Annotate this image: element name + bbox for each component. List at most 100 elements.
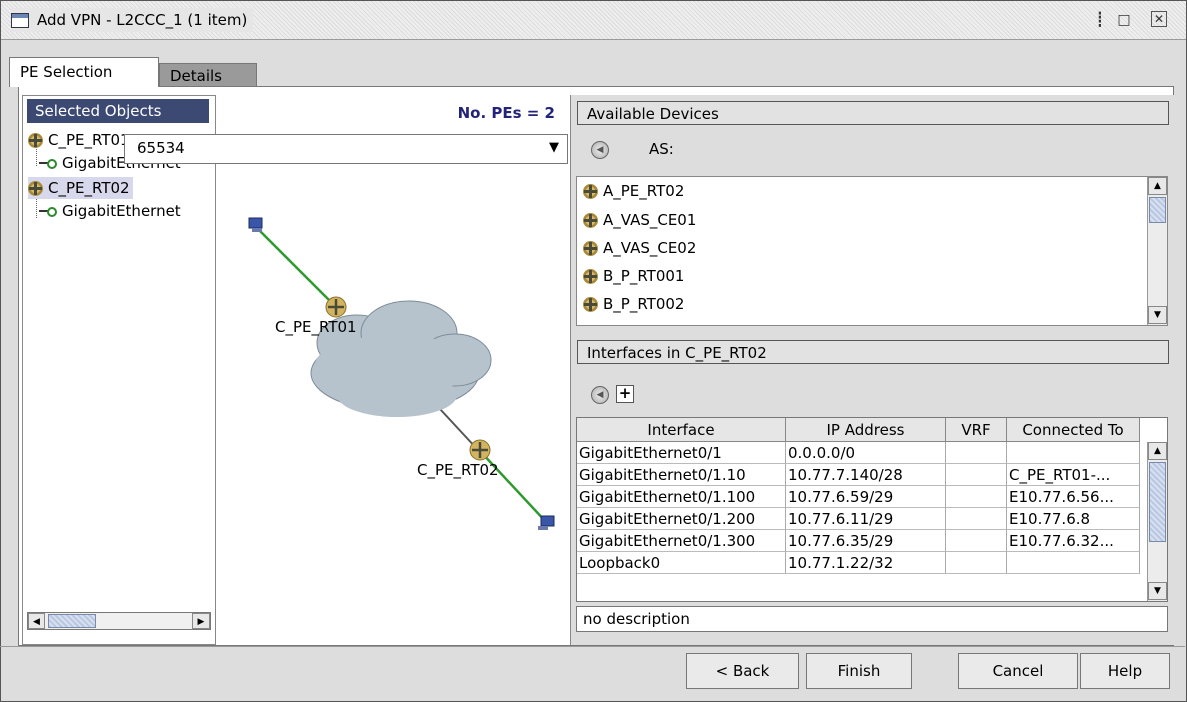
cell-interface: GigabitEthernet0/1 xyxy=(577,442,786,464)
cell-vrf xyxy=(946,442,1007,464)
scroll-thumb[interactable] xyxy=(1149,462,1166,542)
link-line xyxy=(256,227,336,307)
cell-interface: GigabitEthernet0/1.100 xyxy=(577,486,786,508)
back-nav-icon[interactable]: ◀ xyxy=(591,386,609,404)
cancel-button[interactable]: Cancel xyxy=(958,653,1078,689)
tree-leaf-label: GigabitEthernet xyxy=(62,202,181,220)
tree-horizontal-scrollbar[interactable]: ◀ ▶ xyxy=(27,612,211,630)
tab-pe-selection[interactable]: PE Selection xyxy=(9,57,159,87)
router-icon xyxy=(583,212,598,228)
tab-details-label: Details xyxy=(170,67,223,85)
scroll-thumb[interactable] xyxy=(1149,197,1166,223)
window-title: Add VPN - L2CCC_1 (1 item) xyxy=(37,11,248,29)
router-icon xyxy=(325,296,347,318)
scroll-up-icon[interactable]: ▲ xyxy=(1148,177,1167,195)
tree-node-c-pe-rt01[interactable]: C_PE_RT01 xyxy=(28,129,130,151)
scroll-thumb[interactable] xyxy=(48,614,96,628)
list-item[interactable]: B_P_RT002 xyxy=(583,293,684,315)
cell-interface: Loopback0 xyxy=(577,552,786,574)
column-header-ip-address[interactable]: IP Address xyxy=(786,418,946,442)
list-item[interactable]: B_P_RT001 xyxy=(583,265,684,287)
close-icon[interactable]: ✕ xyxy=(1151,11,1167,27)
interfaces-header: Interfaces in C_PE_RT02 xyxy=(577,340,1169,364)
selected-objects-panel: Selected Objects C_PE_RT01 GigabitEthern… xyxy=(22,95,216,645)
description-field: no description xyxy=(576,606,1168,632)
device-label: A_VAS_CE01 xyxy=(603,211,697,229)
window-icon xyxy=(11,12,29,28)
cell-connected: E10.77.6.8 xyxy=(1007,508,1140,530)
cell-ip: 0.0.0.0/0 xyxy=(786,442,946,464)
interface-icon xyxy=(39,158,57,169)
cell-connected: C_PE_RT01-... xyxy=(1007,464,1140,486)
router-icon xyxy=(583,268,598,284)
router-icon xyxy=(469,439,491,461)
router-icon xyxy=(583,183,598,199)
column-header-connected-to[interactable]: Connected To xyxy=(1007,418,1140,442)
scroll-down-icon[interactable]: ▼ xyxy=(1148,306,1167,324)
cell-vrf xyxy=(946,464,1007,486)
cell-connected xyxy=(1007,552,1140,574)
cell-vrf xyxy=(946,530,1007,552)
as-select[interactable]: 65534 ▼ xyxy=(124,134,568,164)
back-button[interactable]: < Back xyxy=(686,653,799,689)
scroll-down-icon[interactable]: ▼ xyxy=(1148,582,1167,600)
ce-device-icon xyxy=(538,515,555,530)
tree-node-label: C_PE_RT01 xyxy=(48,131,130,149)
node-label-c-pe-rt01[interactable]: C_PE_RT01 xyxy=(275,318,357,336)
available-devices-list: A_PE_RT02 A_VAS_CE01 A_VAS_CE02 B_P_RT00… xyxy=(576,176,1168,326)
cell-vrf xyxy=(946,508,1007,530)
tab-pe-selection-label: PE Selection xyxy=(20,63,113,81)
finish-button[interactable]: Finish xyxy=(806,653,912,689)
cell-interface: GigabitEthernet0/1.200 xyxy=(577,508,786,530)
column-header-interface[interactable]: Interface xyxy=(577,418,786,442)
add-icon[interactable]: + xyxy=(616,385,634,403)
available-devices-header: Available Devices xyxy=(577,101,1169,125)
device-label: A_VAS_CE02 xyxy=(603,239,697,257)
maximize-icon[interactable]: □ xyxy=(1115,11,1133,29)
cell-connected: E10.77.6.32... xyxy=(1007,530,1140,552)
device-label: B_P_RT002 xyxy=(603,295,685,313)
tab-details[interactable]: Details xyxy=(159,63,257,87)
scroll-left-icon[interactable]: ◀ xyxy=(28,613,45,629)
title-wrap: Add VPN - L2CCC_1 (1 item) xyxy=(11,8,254,32)
title-bar[interactable]: Add VPN - L2CCC_1 (1 item) ┋ □ ✕ xyxy=(1,1,1186,40)
divider xyxy=(0,646,1185,647)
scroll-right-icon[interactable]: ▶ xyxy=(192,613,210,629)
scroll-up-icon[interactable]: ▲ xyxy=(1148,442,1167,460)
interfaces-table: Interface IP Address VRF Connected To Gi… xyxy=(576,417,1168,602)
back-nav-icon[interactable]: ◀ xyxy=(591,141,609,159)
cell-ip: 10.77.6.11/29 xyxy=(786,508,946,530)
topology-diagram xyxy=(248,217,555,530)
restore-icon[interactable]: ┋ xyxy=(1091,11,1109,29)
router-icon xyxy=(583,296,598,312)
cell-vrf xyxy=(946,486,1007,508)
topology-canvas[interactable]: No. PEs = 2 C_PE_RT01 C_PE_RT02 xyxy=(219,95,567,645)
interface-icon xyxy=(39,206,57,217)
device-label: B_P_RT001 xyxy=(603,267,685,285)
tree-node-label: C_PE_RT02 xyxy=(48,179,130,197)
tree-node-c-pe-rt02[interactable]: C_PE_RT02 xyxy=(28,177,133,199)
help-button[interactable]: Help xyxy=(1080,653,1170,689)
node-label-c-pe-rt02[interactable]: C_PE_RT02 xyxy=(417,461,499,479)
list-item[interactable]: A_PE_RT02 xyxy=(583,180,684,202)
cell-ip: 10.77.1.22/32 xyxy=(786,552,946,574)
router-icon xyxy=(583,240,598,256)
device-label: A_PE_RT02 xyxy=(603,182,685,200)
cell-interface: GigabitEthernet0/1.300 xyxy=(577,530,786,552)
column-header-vrf[interactable]: VRF xyxy=(946,418,1007,442)
tree-leaf-interface[interactable]: GigabitEthernet xyxy=(39,200,181,222)
ce-device-icon xyxy=(248,217,263,232)
interfaces-vertical-scrollbar[interactable]: ▲ ▼ xyxy=(1147,442,1167,601)
as-label: AS: xyxy=(649,140,674,158)
cell-connected: E10.77.6.56... xyxy=(1007,486,1140,508)
list-item[interactable]: A_VAS_CE01 xyxy=(583,209,696,231)
router-icon xyxy=(28,180,43,196)
chevron-down-icon[interactable]: ▼ xyxy=(549,140,559,155)
cell-interface: GigabitEthernet0/1.10 xyxy=(577,464,786,486)
devices-vertical-scrollbar[interactable]: ▲ ▼ xyxy=(1147,177,1167,325)
cell-ip: 10.77.6.59/29 xyxy=(786,486,946,508)
selected-objects-header: Selected Objects xyxy=(27,99,209,123)
list-item[interactable]: A_VAS_CE02 xyxy=(583,237,696,259)
cell-connected xyxy=(1007,442,1140,464)
cell-ip: 10.77.6.35/29 xyxy=(786,530,946,552)
